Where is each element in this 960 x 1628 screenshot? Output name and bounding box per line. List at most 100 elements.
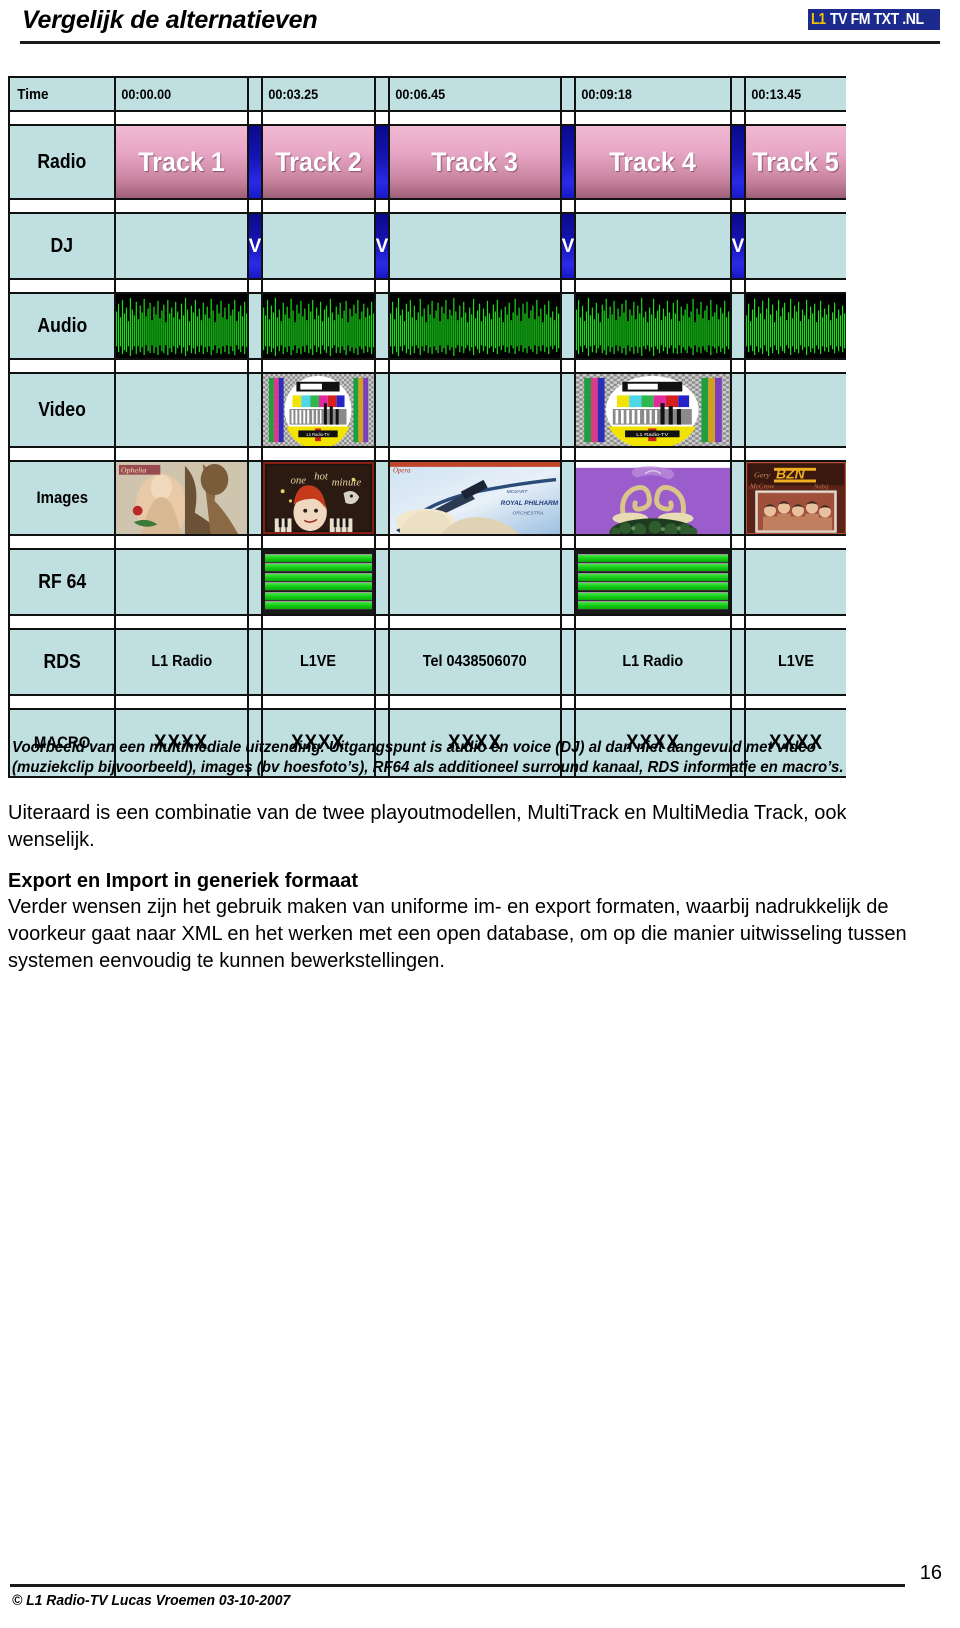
timeline-row-rds: RDS L1 Radio L1VE Tel 0438506070 L1 Radi… — [10, 630, 846, 696]
voice-marker-label: V — [376, 235, 389, 257]
rf64-clip-1[interactable] — [263, 550, 376, 614]
dj-voice-marker-3[interactable]: V — [562, 214, 576, 278]
track-label: Track 4 — [609, 146, 697, 177]
timeline-row-radio: Radio Track 1 Track 2 Track 3 Track 4 Tr… — [10, 126, 846, 200]
dj-voice-marker-4[interactable]: V — [732, 214, 746, 278]
row-label-dj: DJ — [10, 214, 116, 278]
rf64-gap-1 — [249, 550, 263, 614]
timeline-spacer-2 — [10, 200, 846, 214]
rds-cell-4[interactable]: L1 Radio — [576, 630, 732, 694]
time-gap-2 — [376, 78, 390, 110]
track-label: Track 1 — [138, 146, 225, 177]
audio-clip-2[interactable] — [263, 294, 376, 358]
timeline-spacer-4 — [10, 360, 846, 374]
waveform-icon — [746, 294, 846, 358]
video-gap-4 — [732, 374, 746, 446]
page-number: 16 — [919, 1562, 942, 1584]
image-thumb-3[interactable]: Opera MOZART ROYAL PHILHARM ORCHESTRA — [390, 462, 562, 534]
image-thumb-1[interactable]: Ophelia — [116, 462, 249, 534]
rf64-cell-5[interactable] — [746, 550, 846, 614]
image-thumb-2[interactable]: one hot minute — [263, 462, 376, 534]
dj-cell-4[interactable] — [576, 214, 732, 278]
dj-cell-2[interactable] — [263, 214, 376, 278]
row-label-time: Time — [10, 78, 116, 110]
timeline-row-images: Images Ophelia one hot minute Opera MOZA… — [10, 462, 846, 536]
time-gap-4 — [732, 78, 746, 110]
timeline-row-audio: Audio — [10, 294, 846, 360]
footer-divider — [10, 1584, 905, 1587]
svg-text:MOZART: MOZART — [507, 489, 529, 495]
rds-cell-5[interactable]: L1VE — [746, 630, 846, 694]
logo-text: TV FM TXT .NL — [829, 10, 924, 28]
row-label-video: Video — [10, 374, 116, 446]
timeline-spacer-6 — [10, 536, 846, 550]
image-thumb-4[interactable] — [576, 462, 732, 534]
video-clip-2[interactable]: L1 Radio-TV — [576, 374, 732, 446]
header-divider — [20, 41, 940, 44]
dj-cell-5[interactable] — [746, 214, 846, 278]
waveform-icon — [116, 294, 247, 358]
rf64-clip-2[interactable] — [576, 550, 732, 614]
voice-marker-label: V — [249, 235, 262, 257]
rds-cell-2[interactable]: L1VE — [263, 630, 376, 694]
rds-cell-1[interactable]: L1 Radio — [116, 630, 249, 694]
audio-clip-1[interactable] — [116, 294, 249, 358]
album-cover-icon: Ophelia — [116, 462, 247, 534]
video-cell-5[interactable] — [746, 374, 846, 446]
radio-crossfade-1 — [249, 126, 263, 198]
time-cell-4: 00:09:18 — [576, 78, 732, 110]
voice-marker-label: V — [732, 235, 745, 257]
l1-logo: L1 TV FM TXT .NL — [807, 9, 940, 30]
svg-text:minute: minute — [332, 476, 362, 488]
video-clip-1[interactable]: L1 Radio-TV — [263, 374, 376, 446]
timeline-row-rf64: RF 64 — [10, 550, 846, 616]
radio-track-3[interactable]: Track 3 — [390, 126, 562, 198]
video-gap-2 — [376, 374, 390, 446]
video-cell-1[interactable] — [116, 374, 249, 446]
time-cell-5: 00:13.45 — [746, 78, 846, 110]
track-label: Track 2 — [275, 146, 362, 177]
page-header: Vergelijk de alternatieven L1 TV FM TXT … — [0, 0, 960, 52]
logo-prefix: L1 — [810, 10, 826, 28]
radio-crossfade-4 — [732, 126, 746, 198]
audio-clip-4[interactable] — [576, 294, 732, 358]
audio-clip-5[interactable] — [746, 294, 846, 358]
radio-track-5[interactable]: Track 5 — [746, 126, 846, 198]
rf64-cell-3[interactable] — [390, 550, 562, 614]
dj-cell-3[interactable] — [390, 214, 562, 278]
timeline-spacer-8 — [10, 696, 846, 710]
rds-gap-3 — [562, 630, 576, 694]
images-gap-2 — [376, 462, 390, 534]
body-paragraph-2: Verder wensen zijn het gebruik maken van… — [8, 896, 907, 972]
voice-marker-label: V — [562, 235, 575, 257]
video-cell-3[interactable] — [390, 374, 562, 446]
dj-voice-marker-2[interactable]: V — [376, 214, 390, 278]
multimedia-timeline-table: Time 00:00.00 00:03.25 00:06.45 00:09:18… — [8, 76, 846, 778]
waveform-icon — [263, 294, 374, 358]
track-label: Track 5 — [752, 146, 840, 177]
album-cover-icon: Gery BZN McCrow Nabij — [746, 462, 846, 534]
radio-track-2[interactable]: Track 2 — [263, 126, 376, 198]
time-gap-3 — [562, 78, 576, 110]
svg-text:Gery: Gery — [754, 471, 770, 480]
waveform-icon — [390, 294, 560, 358]
rf64-cell-1[interactable] — [116, 550, 249, 614]
audio-clip-3[interactable] — [390, 294, 562, 358]
row-label-images: Images — [10, 462, 116, 534]
track-label: Track 3 — [431, 146, 519, 177]
album-cover-icon: Opera MOZART ROYAL PHILHARM ORCHESTRA — [390, 462, 560, 534]
rf64-gap-2 — [376, 550, 390, 614]
dj-cell-1[interactable] — [116, 214, 249, 278]
svg-text:L1 Radio-TV: L1 Radio-TV — [306, 432, 329, 437]
radio-track-1[interactable]: Track 1 — [116, 126, 249, 198]
audio-gap-4 — [732, 294, 746, 358]
section-subheading: Export en Import in generiek formaat — [8, 870, 359, 892]
image-thumb-5[interactable]: Gery BZN McCrow Nabij — [746, 462, 846, 534]
rds-cell-3[interactable]: Tel 0438506070 — [390, 630, 562, 694]
svg-text:ROYAL PHILHARM: ROYAL PHILHARM — [501, 500, 559, 507]
time-cell-1: 00:00.00 — [116, 78, 249, 110]
dj-voice-marker-1[interactable]: V — [249, 214, 263, 278]
radio-track-4[interactable]: Track 4 — [576, 126, 732, 198]
svg-text:ORCHESTRA: ORCHESTRA — [513, 511, 544, 517]
body-paragraph-1: Uiteraard is een combinatie van de twee … — [8, 802, 847, 851]
